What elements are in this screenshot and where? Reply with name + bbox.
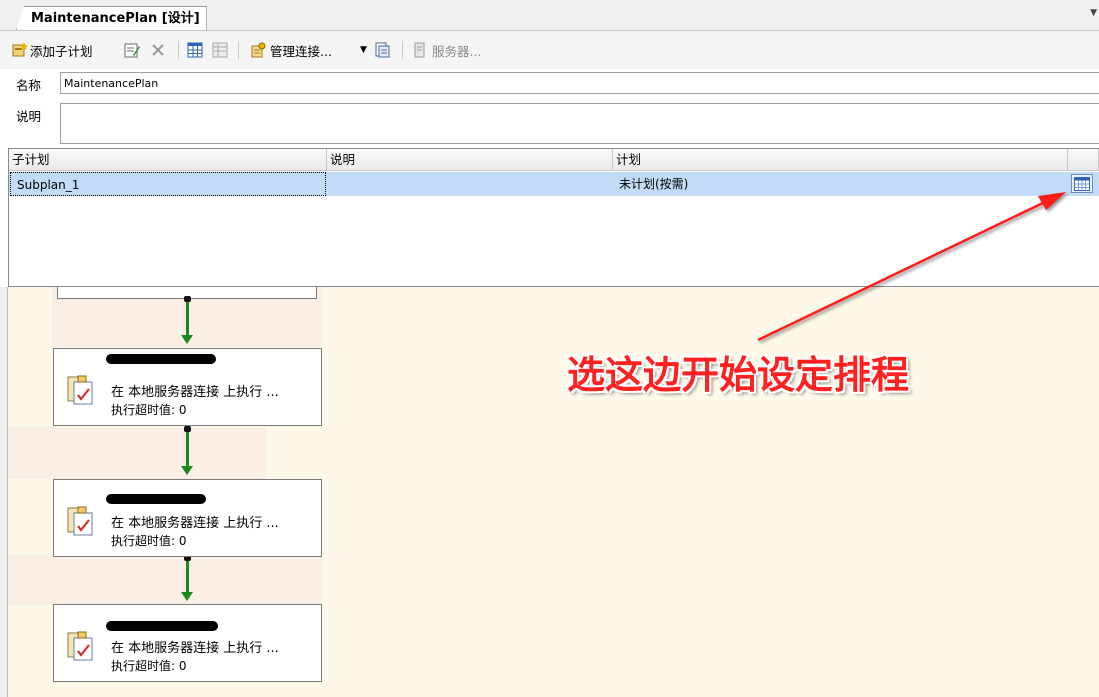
task-description: 在 本地服务器连接 上执行 ... [111,641,279,656]
task-timeout: 执行超时值: 0 [111,659,187,673]
document-tabstrip: MaintenancePlan [设计] ▼ [0,0,1099,31]
designer-band [8,427,266,479]
task-icon [67,375,93,405]
maintenance-task-box[interactable]: 在 本地服务器连接 上执行 ... 执行超时值: 0 [53,348,322,426]
add-subplan-label: 添加子计划 [30,43,93,59]
table-row[interactable]: Subplan_1 未计划(按需) [9,172,1099,196]
subplan-description-cell[interactable] [327,172,613,196]
maintenance-task-box[interactable]: 在 本地服务器连接 上执行 ... 执行超时值: 0 [53,479,322,557]
task-icon [67,631,93,661]
annotation-text: 选这边开始设定排程 [567,353,910,397]
description-field[interactable] [60,103,1099,144]
maintenance-task-box[interactable]: 在 本地服务器连接 上执行 ... 执行超时值: 0 [53,604,322,682]
servers-icon [412,42,428,58]
servers-button: 服务器... [412,41,481,59]
task-description: 在 本地服务器连接 上执行 ... [111,385,279,400]
servers-label: 服务器... [432,43,482,59]
manage-connections-button[interactable]: 管理连接... [250,41,332,59]
report-icon [374,42,390,58]
report-button[interactable] [374,41,390,59]
task-description: 在 本地服务器连接 上执行 ... [111,516,279,531]
subplan-name-cell[interactable]: Subplan_1 [10,172,326,196]
task-icon [67,506,93,536]
add-subplan-icon [12,42,28,58]
precedence-connector[interactable] [186,561,189,592]
subplan-schedule-cell[interactable]: 未计划(按需) [613,172,1068,196]
column-header-schedule-button [1068,149,1099,171]
dropdown-arrow-icon[interactable]: ▼ [360,41,367,59]
precedence-connector[interactable] [186,432,189,466]
grid-view-button[interactable] [187,41,203,59]
manage-connections-icon [250,42,266,58]
subplan-properties-button[interactable] [124,41,140,59]
connector-arrowhead [181,335,193,344]
toolbar-separator [402,41,403,59]
manage-connections-label: 管理连接... [270,43,332,59]
grid-disabled-button [212,41,228,59]
delete-icon [150,42,166,58]
precedence-connector[interactable] [186,302,189,335]
grid-icon [187,42,203,58]
add-subplan-button[interactable]: 添加子计划 [12,41,93,59]
grid-disabled-icon [212,42,228,58]
designer-toolbar: 添加子计划 管理连接... ▼ 服务器... [0,31,1099,69]
tab-maintenance-plan[interactable]: MaintenancePlan [设计] [16,6,207,30]
toolbar-separator [238,41,239,59]
toolbar-separator [178,41,179,59]
delete-subplan-button[interactable] [150,41,166,59]
column-header-schedule[interactable]: 计划 [613,149,1068,171]
column-header-description[interactable]: 说明 [327,149,613,171]
schedule-calendar-icon [1074,176,1090,191]
redaction-mark [106,494,206,504]
redaction-mark [106,354,216,364]
description-label: 说明 [16,109,42,124]
redaction-mark [106,621,218,631]
subplan-grid: 子计划 说明 计划 Subplan_1 未计划(按需) [8,148,1099,287]
name-field[interactable]: MaintenancePlan [60,72,1099,94]
task-timeout: 执行超时值: 0 [111,534,187,548]
schedule-button[interactable] [1071,174,1093,193]
designer-band [8,555,322,605]
column-header-subplan[interactable]: 子计划 [9,149,327,171]
connector-arrowhead [181,592,193,601]
designer-left-edge [0,287,8,697]
task-timeout: 执行超时值: 0 [111,403,187,417]
subplan-properties-icon [124,42,140,58]
name-label: 名称 [16,78,42,93]
tab-dropdown-icon[interactable]: ▼ [1090,8,1097,18]
connector-arrowhead [181,466,193,475]
